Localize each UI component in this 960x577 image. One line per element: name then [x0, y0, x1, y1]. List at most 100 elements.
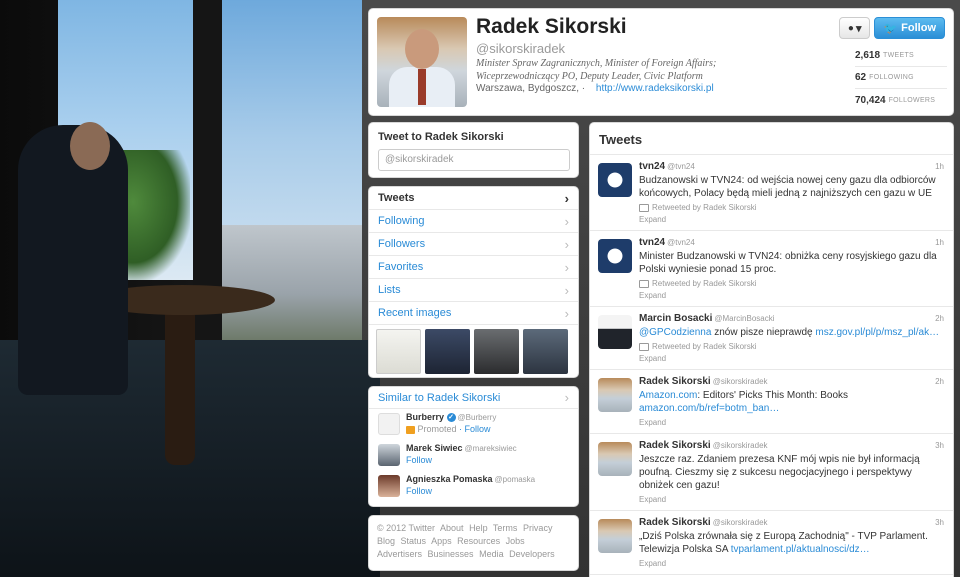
- recent-image-thumb[interactable]: [474, 329, 519, 374]
- chevron-right-icon: ›: [564, 282, 569, 298]
- tweet-handle: @tvn24: [667, 162, 695, 171]
- nav-lists[interactable]: Lists ›: [369, 279, 578, 302]
- tweet-item[interactable]: Marcin Bosacki @MarcinBosacki 2h @GPCodzi…: [590, 307, 953, 370]
- recent-image-thumb[interactable]: [523, 329, 568, 374]
- nav-followers[interactable]: Followers ›: [369, 233, 578, 256]
- nav-favorites[interactable]: Favorites ›: [369, 256, 578, 279]
- seated-man: [18, 125, 128, 395]
- follow-link[interactable]: Follow: [406, 455, 432, 465]
- expand-link[interactable]: Expand: [639, 418, 944, 427]
- nav-following[interactable]: Following ›: [369, 210, 578, 233]
- user-name[interactable]: Agnieszka Pomaska: [406, 474, 493, 484]
- tweet-handle: @tvn24: [667, 238, 695, 247]
- stat-followers[interactable]: 70,424 FOLLOWERS: [855, 89, 947, 111]
- footer-link-terms[interactable]: Terms: [493, 523, 518, 533]
- tweet-time[interactable]: 3h: [935, 518, 944, 527]
- footer-links: © 2012 Twitter About Help Terms Privacy …: [368, 515, 579, 571]
- similar-title[interactable]: Similar to Radek Sikorski ›: [369, 387, 578, 409]
- follow-link[interactable]: Follow: [465, 424, 491, 434]
- stat-following[interactable]: 62 FOLLOWING: [855, 67, 947, 89]
- tweet-text: Jeszcze raz. Zdaniem prezesa KNF mój wpi…: [639, 454, 920, 491]
- expand-link[interactable]: Expand: [639, 291, 944, 300]
- footer-link-businesses[interactable]: Businesses: [428, 549, 474, 559]
- avatar[interactable]: [598, 378, 632, 412]
- tweet-link[interactable]: Amazon.com: [639, 390, 697, 401]
- tweet-time[interactable]: 2h: [935, 377, 944, 386]
- footer-link-resources[interactable]: Resources: [457, 536, 500, 546]
- recent-image-thumb[interactable]: [425, 329, 470, 374]
- tweet-to-title: Tweet to Radek Sikorski: [378, 131, 504, 143]
- tweet-author[interactable]: Marcin Bosacki: [639, 313, 712, 324]
- user-name[interactable]: Marek Siwiec: [406, 443, 463, 453]
- footer-link-privacy[interactable]: Privacy: [523, 523, 553, 533]
- tweet-handle: @sikorskiradek: [712, 441, 768, 450]
- user-handle: @Burberry: [457, 413, 497, 422]
- tweet-time[interactable]: 3h: [935, 441, 944, 450]
- profile-url[interactable]: http://www.radeksikorski.pl: [596, 83, 714, 94]
- stat-tweets[interactable]: 2,618 TWEETS: [855, 45, 947, 67]
- nav-tweets[interactable]: Tweets ›: [369, 187, 578, 210]
- person-icon: ●: [847, 22, 854, 34]
- tweet-item[interactable]: tvn24 @tvn24 1h Minister Budzanowski w TV…: [590, 231, 953, 307]
- nav-recent-images[interactable]: Recent images ›: [369, 302, 578, 325]
- avatar[interactable]: [598, 519, 632, 553]
- tweet-author[interactable]: Radek Sikorski: [639, 440, 711, 451]
- promoted-icon: [406, 425, 415, 434]
- footer-link-developers[interactable]: Developers: [509, 549, 555, 559]
- footer-link-status[interactable]: Status: [401, 536, 427, 546]
- tweet-to-input[interactable]: @sikorskiradek: [378, 149, 570, 171]
- footer-link-advertisers[interactable]: Advertisers: [377, 549, 422, 559]
- avatar[interactable]: [598, 315, 632, 349]
- profile-card: Radek Sikorski @sikorskiradek Minister S…: [368, 8, 954, 116]
- footer-link-help[interactable]: Help: [469, 523, 488, 533]
- profile-avatar[interactable]: [377, 17, 467, 107]
- tweet-item[interactable]: tvn24 @tvn24 1h Budzanowski w TVN24: od w…: [590, 155, 953, 231]
- expand-link[interactable]: Expand: [639, 354, 944, 363]
- expand-link[interactable]: Expand: [639, 559, 944, 568]
- chevron-right-icon: ›: [564, 236, 569, 252]
- expand-link[interactable]: Expand: [639, 495, 944, 504]
- tweet-author[interactable]: tvn24: [639, 161, 665, 172]
- chevron-right-icon: ›: [564, 259, 569, 275]
- profile-stats: 2,618 TWEETS 62 FOLLOWING 70,424 FOLLOWERS: [855, 45, 947, 111]
- footer-link-about[interactable]: About: [440, 523, 464, 533]
- footer-link-media[interactable]: Media: [479, 549, 504, 559]
- avatar[interactable]: [598, 163, 632, 197]
- footer-link-jobs[interactable]: Jobs: [506, 536, 525, 546]
- tweet-time[interactable]: 1h: [935, 238, 944, 247]
- similar-user: Burberry ✓ @Burberry Promoted · Follow: [369, 409, 578, 440]
- retweet-label: Retweeted by Radek Sikorski: [652, 342, 757, 351]
- avatar[interactable]: [598, 442, 632, 476]
- recent-image-thumb[interactable]: [376, 329, 421, 374]
- expand-link[interactable]: Expand: [639, 215, 944, 224]
- tweet-item[interactable]: Radek Sikorski @sikorskiradek 3h „Dziś Po…: [590, 511, 953, 575]
- follow-button[interactable]: 🐦 Follow: [874, 17, 945, 39]
- tweet-handle: @MarcinBosacki: [714, 314, 775, 323]
- footer-link-blog[interactable]: Blog: [377, 536, 395, 546]
- tweet-time[interactable]: 1h: [935, 162, 944, 171]
- tweet-link[interactable]: amazon.com/b/ref=botm_ban…: [639, 403, 779, 414]
- tweet-author[interactable]: Radek Sikorski: [639, 376, 711, 387]
- tweet-link[interactable]: msz.gov.pl/pl/p/msz_pl/ak…: [815, 327, 939, 338]
- avatar[interactable]: [378, 413, 400, 435]
- user-name[interactable]: Burberry: [406, 412, 444, 422]
- profile-actions: ● ▾ 🐦 Follow: [838, 17, 945, 39]
- user-actions-button[interactable]: ● ▾: [838, 17, 871, 39]
- tweet-time[interactable]: 2h: [935, 314, 944, 323]
- avatar[interactable]: [378, 475, 400, 497]
- footer-link-apps[interactable]: Apps: [431, 536, 452, 546]
- tweet-author[interactable]: Radek Sikorski: [639, 517, 711, 528]
- tweet-text: „Dziś Polska zrównała się z Europą Zacho…: [639, 531, 928, 555]
- tweets-header: Tweets: [590, 123, 953, 155]
- tweet-link[interactable]: tvparlament.pl/aktualnosci/dz…: [731, 544, 870, 555]
- mention-link[interactable]: @GPCodzienna: [639, 327, 711, 338]
- avatar[interactable]: [598, 239, 632, 273]
- follow-label: Follow: [901, 22, 936, 34]
- tweet-item[interactable]: Radek Sikorski @sikorskiradek 2h Amazon.c…: [590, 370, 953, 434]
- avatar[interactable]: [378, 444, 400, 466]
- profile-location: Warszawa, Bydgoszcz, · http://www.radeks…: [476, 83, 714, 94]
- profile-handle: @sikorskiradek: [476, 41, 566, 56]
- tweet-item[interactable]: Radek Sikorski @sikorskiradek 3h Jeszcze …: [590, 434, 953, 511]
- follow-link[interactable]: Follow: [406, 486, 432, 496]
- tweet-author[interactable]: tvn24: [639, 237, 665, 248]
